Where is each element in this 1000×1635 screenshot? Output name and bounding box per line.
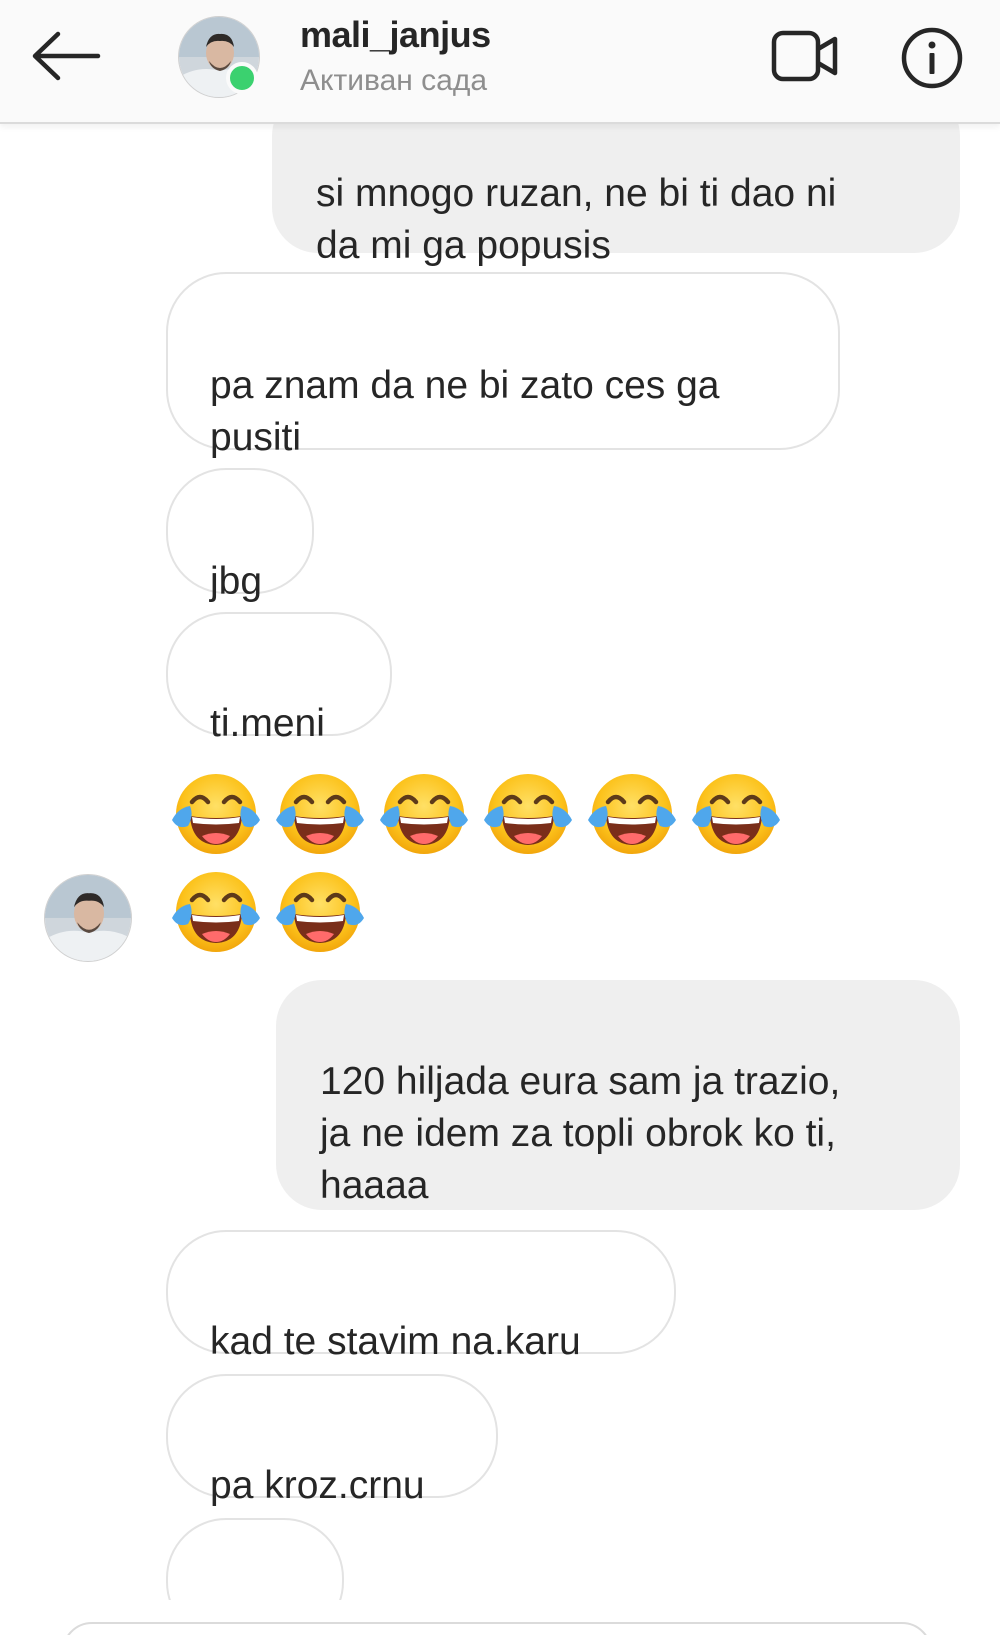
received-message[interactable]: pa znam da ne bi zato ces ga pusiti [166,272,840,459]
received-message[interactable]: jbg [166,468,314,603]
face-with-tears-of-joy-icon [688,768,784,858]
received-message[interactable]: ti.meni [166,612,392,745]
face-with-tears-of-joy-icon [272,866,368,956]
received-message[interactable]: kad te stavim na.karu [166,1230,676,1363]
emoji-message-continued[interactable] [168,866,388,956]
face-with-tears-of-joy-icon [168,768,264,858]
header-avatar[interactable] [178,16,260,98]
username[interactable]: mali_janjus [300,14,491,56]
back-button[interactable] [26,22,106,90]
message-text: pa znam da ne bi zato ces ga pusiti [210,364,720,459]
online-indicator [226,62,258,94]
dm-screen: mali_janjus Активан сада si mnogo ruzan,… [0,0,1000,1635]
info-icon [901,27,963,89]
face-with-tears-of-joy-icon [168,866,264,956]
emoji-message[interactable] [168,768,808,858]
sender-avatar[interactable] [44,874,132,962]
message-text: jbg [210,560,263,603]
face-with-tears-of-joy-icon [480,768,576,858]
arrow-left-icon [32,31,101,81]
message-composer[interactable] [62,1622,932,1635]
message-text: kad te stavim na.karu [210,1320,581,1363]
message-text: ti.meni [210,702,325,745]
message-text: pa kroz.crnu [210,1464,425,1507]
avatar [44,874,132,962]
sent-message[interactable]: 120 hiljada eura sam ja trazio, ja ne id… [276,980,960,1210]
face-with-tears-of-joy-icon [584,768,680,858]
face-with-tears-of-joy-icon [376,768,472,858]
message-text: 120 hiljada eura sam ja trazio, ja ne id… [320,1060,841,1207]
active-status: Активан сада [300,64,488,97]
info-button[interactable] [896,22,968,94]
chat-header: mali_janjus Активан сада [0,0,1000,124]
video-call-button[interactable] [766,24,846,88]
received-message[interactable]: pa kroz.crnu [166,1374,498,1507]
face-with-tears-of-joy-icon [272,768,368,858]
video-camera-icon [771,30,838,82]
message-text: si mnogo ruzan, ne bi ti dao ni da mi ga… [316,172,837,267]
